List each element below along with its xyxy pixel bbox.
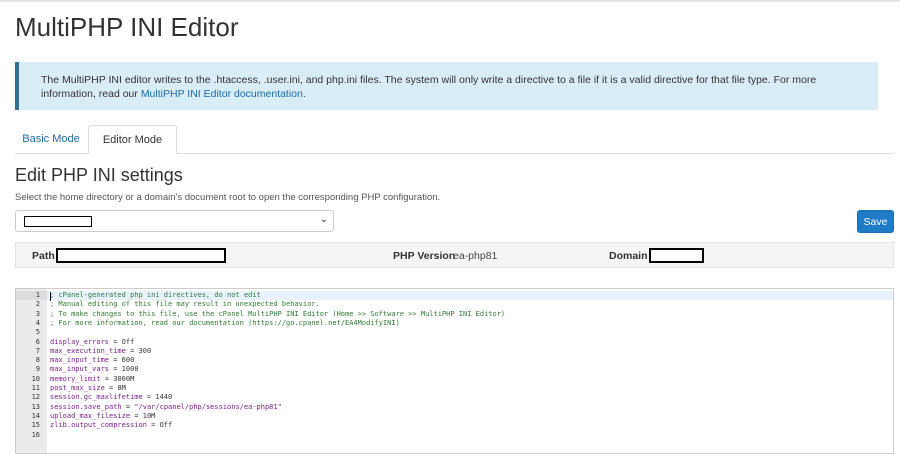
directive-value: 3000M [113,374,135,383]
tab-editor-mode[interactable]: Editor Mode [88,125,177,154]
save-button[interactable]: Save [857,210,894,233]
line-number: 1 [16,291,47,301]
line-code: ; cPanel-generated php ini directives, d… [50,291,261,300]
line-code: max_input_time = 600 [50,356,135,365]
editor-line[interactable]: 11 post_max_size = 8M [16,384,893,393]
redacted-path [56,248,226,263]
editor-line[interactable]: 3 ; To make changes to this file, use the… [16,310,893,319]
editor-line[interactable]: 6 display_errors = Off [16,338,893,347]
directive-value: 10M [142,411,156,420]
line-number: 14 [31,411,40,420]
editor-line[interactable]: 4 ; For more information, read our docume… [16,319,893,328]
domain-select[interactable]: ⌄ [15,210,334,232]
comment-text: ; For more information, read our documen… [50,318,400,327]
directive-value: "/var/cpanel/php/sessions/ea-php81" [134,402,282,411]
page-title: MultiPHP INI Editor [15,12,239,42]
editor-line[interactable]: 5 [16,328,893,337]
line-code: ; For more information, read our documen… [50,319,400,328]
directive-value: Off [159,421,173,430]
domain-label: Domain [609,250,648,262]
section-title: Edit PHP INI settings [15,165,183,185]
editor-line[interactable]: 13 session.save_path = "/var/cpanel/php/s… [16,403,893,412]
directive-value: 600 [121,356,135,365]
line-code: post_max_size = 8M [50,384,126,392]
editor-line[interactable]: 14 upload_max_filesize = 10M [16,412,893,421]
editor-line[interactable]: 10 memory_limit = 3000M [16,375,893,384]
line-code: display_errors = Off [50,337,135,346]
editor-line[interactable]: 16 [16,431,893,440]
directive-value: 300 [138,346,152,355]
line-code: ; Manual editing of this file may result… [50,300,320,309]
line-number: 15 [31,421,40,430]
line-number: 8 [35,356,40,365]
directive-value: 8M [117,384,126,392]
line-number: 9 [35,365,40,374]
section-hint: Select the home directory or a domain's … [15,192,441,203]
line-code: session.gc_maxlifetime = 1440 [50,393,173,402]
path-label: Path [32,250,55,262]
line-code: ; To make changes to this file, use the … [50,310,505,319]
line-number: 13 [31,402,40,411]
comment-text: ; cPanel-generated php ini directives, d… [50,291,261,299]
line-number: 11 [31,384,40,392]
line-code: zlib.output_compression = Off [50,421,173,430]
top-divider [0,0,900,2]
line-number: 12 [31,393,40,402]
line-number: 10 [31,374,40,383]
directive-key: upload_max_filesize [50,411,131,420]
line-number: 5 [35,328,40,337]
line-number: 4 [35,318,40,327]
directive-key: session.save_path [50,402,122,411]
chevron-down-icon: ⌄ [319,214,328,225]
line-number: 7 [35,346,40,355]
php-version-value: ea-php81 [453,250,498,262]
editor-line[interactable]: 12 session.gc_maxlifetime = 1440 [16,393,893,402]
editor-line[interactable]: 1; cPanel-generated php ini directives, … [16,291,893,301]
directive-key: post_max_size [50,384,105,392]
line-number: 3 [35,309,40,318]
editor-line[interactable]: 15 zlib.output_compression = Off [16,421,893,430]
info-callout: The MultiPHP INI editor writes to the .h… [15,62,878,110]
directive-key: session.gc_maxlifetime [50,393,143,402]
directive-value: Off [121,337,135,346]
line-code: upload_max_filesize = 10M [50,411,156,420]
code-editor[interactable]: 1; cPanel-generated php ini directives, … [15,288,894,454]
directive-value: 1000 [121,365,139,374]
directive-key: max_execution_time [50,346,126,355]
editor-line[interactable]: 9 max_input_vars = 1000 [16,365,893,374]
comment-text: ; Manual editing of this file may result… [50,300,320,309]
directive-value: 1440 [155,393,173,402]
comment-text: ; To make changes to this file, use the … [50,309,506,318]
line-code: session.save_path = "/var/cpanel/php/ses… [50,402,282,411]
directive-key: max_input_time [50,356,110,365]
line-number: 16 [31,430,40,439]
redacted-selection [24,216,92,227]
directive-key: zlib.output_compression [50,421,147,430]
mode-tabs: Basic Mode Editor Mode [15,125,894,154]
directive-key: display_errors [50,337,110,346]
redacted-domain [649,248,704,263]
line-number: 2 [35,300,40,309]
line-code: memory_limit = 3000M [50,374,135,383]
line-code: max_input_vars = 1000 [50,365,139,374]
directive-key: memory_limit [50,374,101,383]
directive-key: max_input_vars [50,365,110,374]
editor-line[interactable]: 8 max_input_time = 600 [16,356,893,365]
line-code: max_execution_time = 300 [50,346,152,355]
tab-basic-mode[interactable]: Basic Mode [15,125,87,154]
editor-line[interactable]: 7 max_execution_time = 300 [16,347,893,356]
line-number: 6 [35,337,40,346]
editor-line[interactable]: 2 ; Manual editing of this file may resul… [16,300,893,309]
documentation-link[interactable]: MultiPHP INI Editor documentation [141,88,303,100]
info-suffix: . [302,88,306,100]
config-info-bar: Path PHP Version ea-php81 Domain [15,242,894,268]
php-version-label: PHP Version [393,250,456,262]
